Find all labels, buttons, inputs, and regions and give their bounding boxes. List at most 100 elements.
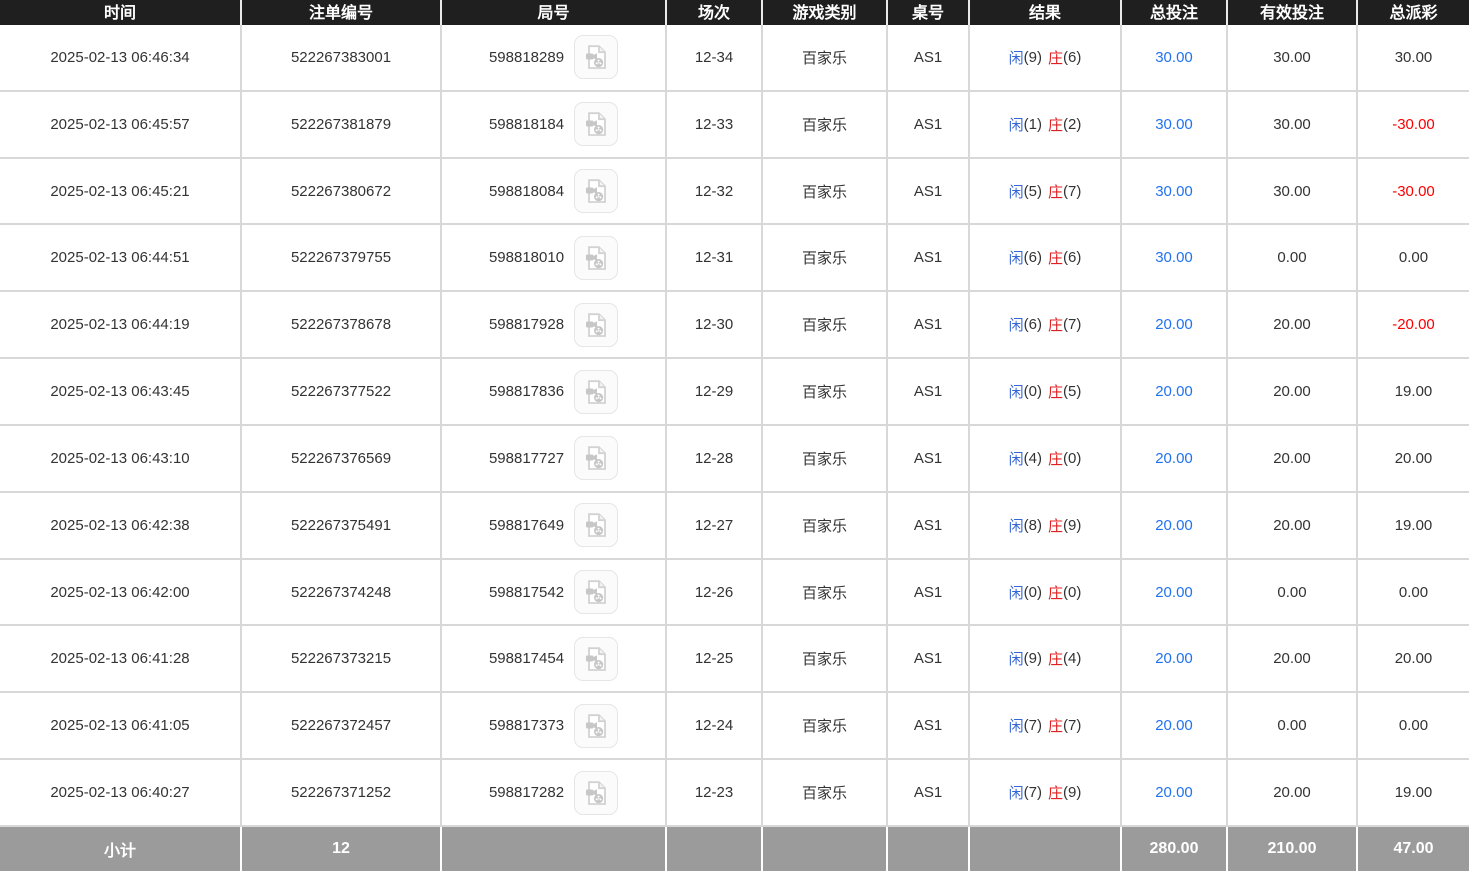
result-player-value: (7) [1024,717,1042,734]
col-header-valid-bet-label: 有效投注 [1260,0,1324,23]
video-replay-button[interactable] [574,303,618,347]
round-id-value: 598818184 [489,116,564,133]
table-row: 2025-02-13 06:45:57 522267381879 5988181… [0,92,1469,159]
cell-table-no: AS1 [888,426,970,491]
game-type-value: 百家乐 [802,782,847,803]
cell-round-id: 598818084 [442,159,667,224]
cell-result: 闲(1)庄(2) [970,92,1122,157]
cell-game-type: 百家乐 [763,159,888,224]
cell-valid-bet: 30.00 [1228,92,1358,157]
col-header-result: 结果 [970,0,1122,25]
cell-total-bet: 20.00 [1122,760,1228,825]
cell-payout: -20.00 [1358,292,1469,357]
time-value: 2025-02-13 06:44:19 [50,316,189,333]
footer-payout: 47.00 [1358,827,1469,871]
cell-game-type: 百家乐 [763,92,888,157]
cell-round-id: 598817282 [442,760,667,825]
result-banker-value: (7) [1063,183,1081,200]
cell-result: 闲(7)庄(9) [970,760,1122,825]
table-row: 2025-02-13 06:46:34 522267383001 5988182… [0,25,1469,92]
col-header-round-id: 局号 [442,0,667,25]
video-replay-button[interactable] [574,436,618,480]
cell-round-id: 598817373 [442,693,667,758]
time-value: 2025-02-13 06:41:05 [50,717,189,734]
cell-time: 2025-02-13 06:41:05 [0,693,242,758]
video-replay-button[interactable] [574,637,618,681]
video-replay-button[interactable] [574,570,618,614]
cell-total-bet: 30.00 [1122,225,1228,290]
bet-id-value: 522267371252 [291,784,391,801]
result-banker-label: 庄 [1048,47,1063,68]
cell-round-id: 598818289 [442,25,667,90]
table-body: 2025-02-13 06:46:34 522267383001 5988182… [0,25,1469,827]
col-header-table-no-label: 桌号 [912,0,944,23]
payout-value: 20.00 [1395,450,1433,467]
result-player-label: 闲 [1009,181,1024,202]
round-id-value: 598818084 [489,183,564,200]
cell-bet-id: 522267378678 [242,292,442,357]
video-file-icon [582,444,610,472]
result-banker-label: 庄 [1048,114,1063,135]
result-player-label: 闲 [1009,515,1024,536]
result-player-value: (6) [1024,316,1042,333]
cell-total-bet: 20.00 [1122,560,1228,625]
bet-id-value: 522267375491 [291,517,391,534]
video-replay-button[interactable] [574,704,618,748]
result-banker-value: (4) [1063,650,1081,667]
cell-bet-id: 522267380672 [242,159,442,224]
video-replay-button[interactable] [574,503,618,547]
payout-value: 0.00 [1399,717,1428,734]
video-replay-button[interactable] [574,35,618,79]
table-no-value: AS1 [914,49,942,66]
video-file-icon [582,511,610,539]
cell-valid-bet: 0.00 [1228,693,1358,758]
payout-value: -30.00 [1392,183,1435,200]
video-replay-button[interactable] [574,102,618,146]
session-value: 12-33 [695,116,733,133]
footer-valid-bet: 210.00 [1228,827,1358,871]
cell-valid-bet: 20.00 [1228,493,1358,558]
result-player-label: 闲 [1009,582,1024,603]
result-player-label: 闲 [1009,47,1024,68]
total-bet-value: 20.00 [1155,450,1193,467]
footer-subtotal-label-cell: 小计 [0,827,242,871]
footer-count-cell: 12 [242,827,442,871]
cell-payout: 20.00 [1358,626,1469,691]
cell-bet-id: 522267371252 [242,760,442,825]
valid-bet-value: 30.00 [1273,183,1311,200]
cell-round-id: 598817727 [442,426,667,491]
cell-time: 2025-02-13 06:43:10 [0,426,242,491]
cell-time: 2025-02-13 06:44:51 [0,225,242,290]
total-bet-value: 30.00 [1155,249,1193,266]
cell-result: 闲(0)庄(0) [970,560,1122,625]
cell-result: 闲(0)庄(5) [970,359,1122,424]
cell-session: 12-28 [667,426,763,491]
cell-total-bet: 20.00 [1122,626,1228,691]
video-replay-button[interactable] [574,370,618,414]
result-banker-label: 庄 [1048,715,1063,736]
result-banker-value: (2) [1063,116,1081,133]
video-replay-button[interactable] [574,771,618,815]
cell-session: 12-30 [667,292,763,357]
cell-payout: 19.00 [1358,359,1469,424]
result-player-label: 闲 [1009,715,1024,736]
cell-total-bet: 20.00 [1122,292,1228,357]
total-bet-value: 30.00 [1155,49,1193,66]
game-type-value: 百家乐 [802,181,847,202]
cell-table-no: AS1 [888,159,970,224]
result-banker-value: (0) [1063,450,1081,467]
result-player-value: (8) [1024,517,1042,534]
result-banker-label: 庄 [1048,648,1063,669]
payout-value: 20.00 [1395,650,1433,667]
result-banker-label: 庄 [1048,582,1063,603]
video-replay-button[interactable] [574,169,618,213]
bet-records-table: 时间 注单编号 局号 场次 游戏类别 桌号 结果 总投注 有效投注 总派彩 20… [0,0,1469,871]
table-header-row: 时间 注单编号 局号 场次 游戏类别 桌号 结果 总投注 有效投注 总派彩 [0,0,1469,25]
bet-id-value: 522267380672 [291,183,391,200]
cell-session: 12-26 [667,560,763,625]
cell-table-no: AS1 [888,760,970,825]
video-replay-button[interactable] [574,236,618,280]
cell-time: 2025-02-13 06:42:38 [0,493,242,558]
session-value: 12-25 [695,650,733,667]
cell-table-no: AS1 [888,493,970,558]
